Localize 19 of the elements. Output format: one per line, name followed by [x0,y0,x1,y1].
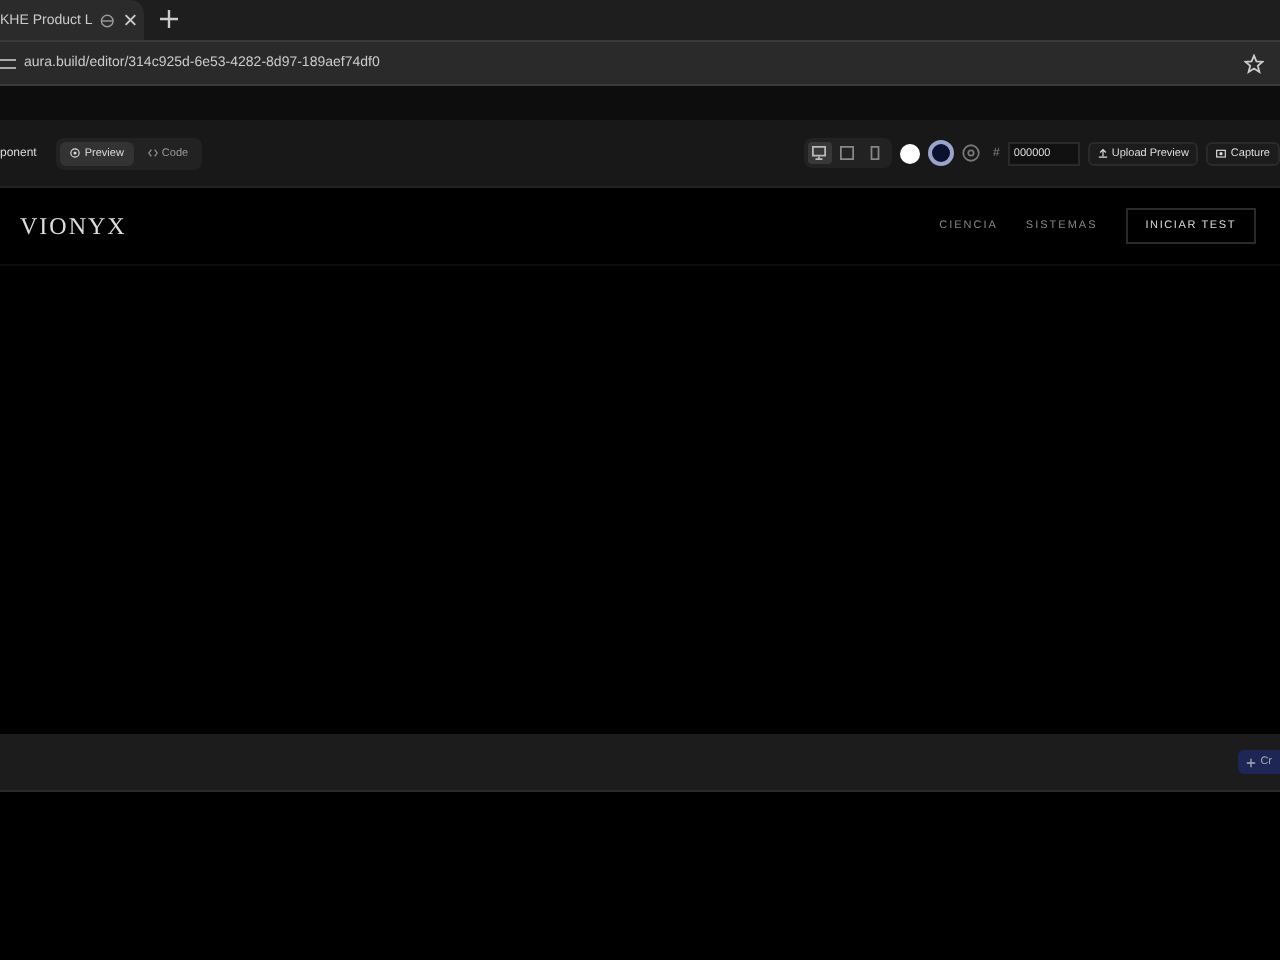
tablet-view-button[interactable] [835,142,860,164]
bookmark-star-icon[interactable] [1244,53,1264,73]
upload-icon [1097,148,1108,158]
new-tab-icon[interactable] [160,10,178,28]
color-swatch[interactable] [927,140,954,166]
monitor-icon [812,146,827,160]
tablet-icon [840,146,855,160]
phone-icon [870,146,881,160]
brand-logo: VIONYX [20,211,127,241]
globe-icon [100,11,116,29]
close-icon[interactable] [123,12,136,28]
site-settings-icon[interactable] [0,55,16,71]
color-picker-icon[interactable] [961,144,980,162]
desktop-view-button[interactable] [807,142,832,164]
plus-icon [1246,757,1257,767]
color-swatch[interactable] [899,143,920,163]
code-icon [147,148,158,158]
camera-icon [1216,148,1227,158]
eye-icon [70,148,81,158]
